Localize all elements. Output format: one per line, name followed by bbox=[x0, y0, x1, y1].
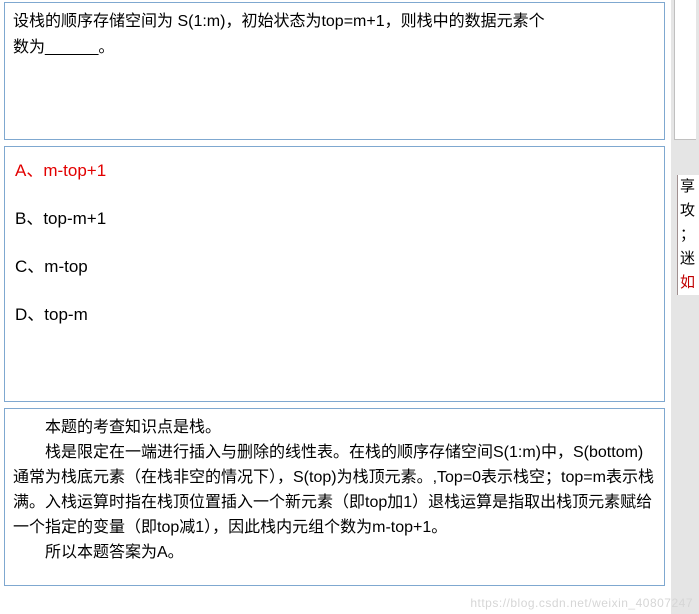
watermark: https://blog.csdn.net/weixin_40807247 bbox=[470, 596, 693, 610]
explanation-box: 本题的考查知识点是栈。 栈是限定在一端进行插入与删除的线性表。在栈的顺序存储空间… bbox=[4, 408, 665, 586]
right-strip: 享 攻 ； 迷 如 bbox=[671, 0, 699, 614]
question-box: 设栈的顺序存储空间为 S(1:m)，初始状态为top=m+1，则栈中的数据元素个… bbox=[4, 2, 665, 140]
explanation-p2: 栈是限定在一端进行插入与删除的线性表。在栈的顺序存储空间S(1:m)中，S(bo… bbox=[13, 440, 656, 540]
side-text-3: ； bbox=[678, 223, 699, 247]
side-text-4: 迷 bbox=[678, 247, 699, 271]
right-inner-panel bbox=[674, 0, 696, 140]
option-d: D、top-m bbox=[15, 303, 654, 387]
explanation-p1: 本题的考查知识点是栈。 bbox=[13, 415, 656, 440]
explanation-p3: 所以本题答案为A。 bbox=[13, 540, 656, 565]
side-text-2: 攻 bbox=[678, 199, 699, 223]
side-text-1: 享 bbox=[678, 175, 699, 199]
option-b: B、top-m+1 bbox=[15, 207, 654, 255]
option-c: C、m-top bbox=[15, 255, 654, 303]
right-cut-text: 享 攻 ； 迷 如 bbox=[677, 175, 699, 295]
side-text-5: 如 bbox=[678, 271, 699, 295]
options-box: A、m-top+1 B、top-m+1 C、m-top D、top-m bbox=[4, 146, 665, 402]
question-line-1: 设栈的顺序存储空间为 S(1:m)，初始状态为top=m+1，则栈中的数据元素个 bbox=[13, 9, 656, 35]
question-line-2: 数为______。 bbox=[13, 35, 656, 61]
option-a: A、m-top+1 bbox=[15, 159, 654, 207]
